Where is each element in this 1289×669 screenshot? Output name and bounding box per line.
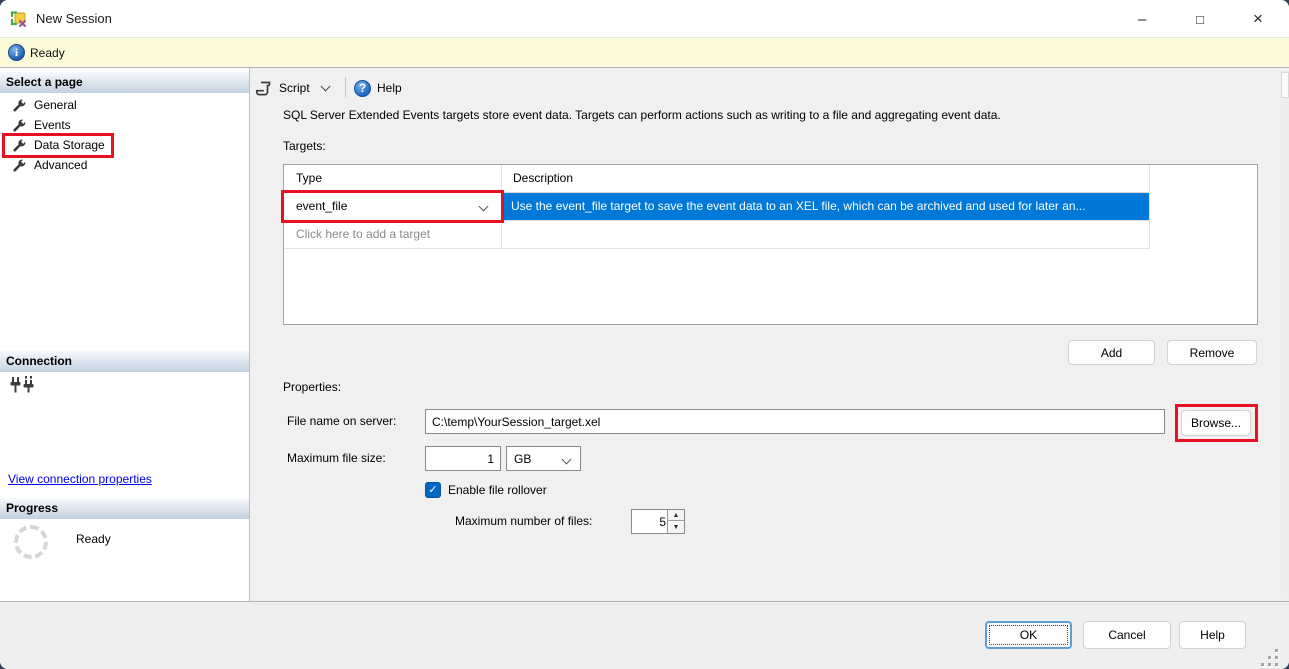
table-inner-border [1149,165,1150,249]
properties-label: Properties: [283,380,341,394]
sidebar-item-label: Events [34,118,71,132]
chevron-down-icon [479,202,489,212]
add-target-placeholder-row[interactable]: Click here to add a target [284,221,1149,249]
connection-header: Connection [0,351,249,372]
page-description: SQL Server Extended Events targets store… [283,108,1263,122]
maximize-button[interactable]: □ [1177,0,1223,38]
connection-icon [10,376,36,394]
cancel-button[interactable]: Cancel [1083,621,1171,649]
select-a-page-header: Select a page [0,72,249,93]
target-type-dropdown[interactable]: event_file [284,193,501,220]
browse-button[interactable]: Browse... [1181,410,1251,436]
minimize-button[interactable]: – [1119,0,1165,38]
progress-status: Ready [76,532,111,546]
ok-button[interactable]: OK [985,621,1072,649]
remove-button[interactable]: Remove [1167,340,1257,365]
stepper-arrows: ▲ ▼ [667,510,684,533]
enable-file-rollover-checkbox[interactable]: ✓ [425,482,441,498]
stepper-down-icon[interactable]: ▼ [668,522,684,533]
help-toolbar-button[interactable]: ? Help [354,76,402,100]
add-button[interactable]: Add [1068,340,1155,365]
max-files-value: 5 [632,515,666,529]
wrench-icon [12,159,26,173]
file-name-label: File name on server: [287,414,396,428]
footer-bar: OK Cancel Help [0,601,1289,669]
window-title: New Session [36,11,112,26]
sidebar-item-data-storage[interactable]: Data Storage [0,136,249,156]
max-files-stepper[interactable]: 5 ▲ ▼ [631,509,685,534]
table-row-event-file[interactable]: event_file Use the event_file target to … [284,193,1149,221]
target-type-value: event_file [296,199,347,213]
sidebar-item-label: General [34,98,77,112]
help-button[interactable]: Help [1179,621,1246,649]
chevron-down-icon [562,455,572,465]
main-panel: Script ? Help SQL Server Extended Events… [250,68,1289,601]
help-icon: ? [354,80,371,97]
status-strip: i Ready [0,38,1289,68]
sidebar-item-label: Advanced [34,158,87,172]
targets-table: Type Description event_file Use the even… [283,164,1258,325]
sidebar-item-events[interactable]: Events [0,116,249,136]
wrench-icon [12,99,26,113]
progress-header: Progress [0,498,249,519]
vertical-scrollbar[interactable] [1281,70,1289,599]
new-session-dialog: New Session – □ × i Ready Select a page … [0,0,1289,669]
view-connection-properties-link[interactable]: View connection properties [8,472,152,486]
max-file-size-label: Maximum file size: [287,451,386,465]
max-file-size-input[interactable] [425,446,501,471]
close-button[interactable]: × [1235,0,1281,38]
enable-file-rollover-label: Enable file rollover [448,483,547,497]
file-size-unit-value: GB [514,452,531,466]
column-header-type: Type [296,171,322,185]
wrench-icon [12,139,26,153]
target-description-cell[interactable]: Use the event_file target to save the ev… [502,193,1149,220]
sidebar-item-general[interactable]: General [0,96,249,116]
sidebar-item-advanced[interactable]: Advanced [0,156,249,176]
toolbar-separator [345,77,346,97]
script-icon [256,80,273,97]
file-name-input[interactable] [425,409,1165,434]
sidebar: Select a page General Events Data Storag… [0,68,250,601]
help-label: Help [377,81,402,95]
file-size-unit-dropdown[interactable]: GB [506,446,581,471]
script-button[interactable]: Script [256,76,329,100]
stepper-up-icon[interactable]: ▲ [668,510,684,521]
resize-grip[interactable] [1261,649,1281,667]
title-bar[interactable]: New Session – □ × [0,0,1289,38]
wrench-icon [12,119,26,133]
session-icon [10,10,28,28]
targets-label: Targets: [283,139,326,153]
script-label: Script [279,81,310,95]
table-header-row: Type Description [284,165,1149,193]
column-header-description: Description [513,171,573,185]
scrollbar-thumb[interactable] [1281,72,1289,98]
progress-spinner-icon [14,525,48,559]
info-icon: i [8,44,25,61]
max-number-of-files-label: Maximum number of files: [455,514,592,528]
sidebar-item-label: Data Storage [34,138,105,152]
status-text: Ready [30,46,65,60]
chevron-down-icon [320,82,330,92]
